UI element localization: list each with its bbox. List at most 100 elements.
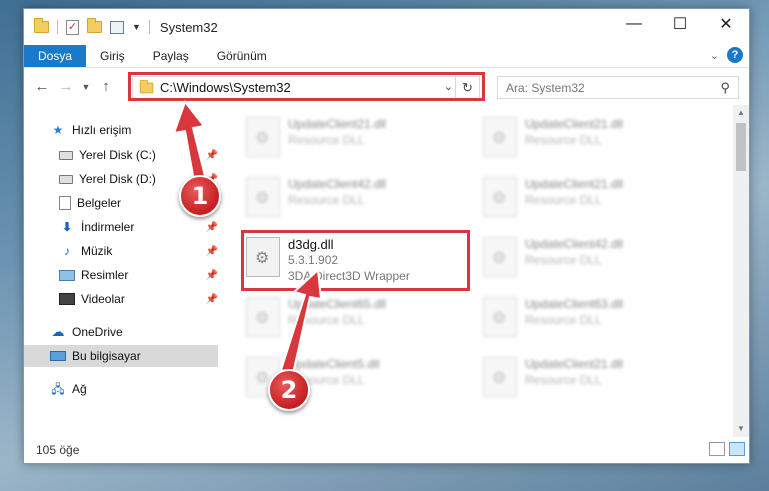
file-name: UpdateClient63.dll [525,297,624,311]
search-placeholder: Ara: System32 [506,80,585,95]
pin-icon[interactable]: 📌 [206,246,218,257]
sidebar-item-music[interactable]: ♪ Müzik 📌 [24,240,218,262]
file-description: Resource DLL [525,313,602,327]
address-bar-highlight [128,72,485,101]
file-name: UpdateClient21.dll [525,117,624,131]
drive-icon [59,150,73,160]
sidebar-item-local-disk-c[interactable]: Yerel Disk (C:) 📌 [24,144,218,166]
sidebar-item-network[interactable]: 🖧 Ağ [24,378,218,400]
properties-icon[interactable] [110,20,124,34]
scroll-down-icon[interactable]: ▼ [733,421,749,437]
new-folder-icon[interactable] [87,18,102,33]
pin-icon[interactable]: 📌 [206,150,218,161]
file-item[interactable]: UpdateClient63.dll Resource DLL [483,297,623,337]
file-description: Resource DLL [525,133,602,147]
dll-file-icon [483,237,517,277]
drive-icon [59,174,73,184]
file-name: UpdateClient21.dll [288,117,387,131]
sidebar-item-onedrive[interactable]: ☁ OneDrive [24,321,218,343]
pin-icon[interactable]: 📌 [206,270,218,281]
details-view-icon[interactable] [709,442,725,456]
up-arrow-icon[interactable]: ↑ [94,78,118,95]
pin-icon[interactable]: 📌 [206,294,218,305]
view-toggle [709,442,745,456]
sidebar-item-downloads[interactable]: ⬇ İndirmeler 📌 [24,216,218,238]
downloads-icon: ⬇ [61,220,73,234]
file-item[interactable]: UpdateClient21.dll Resource DLL [483,357,623,397]
file-name: UpdateClient5.dll [288,357,380,371]
file-name: UpdateClient21.dll [525,177,624,191]
status-bar: 105 öğe [24,437,749,463]
customize-toolbar-arrow-icon[interactable]: ▼ [132,22,141,32]
sidebar-item-label: Videolar [81,292,125,306]
star-icon: ★ [52,123,64,137]
file-name: UpdateClient42.dll [288,177,387,191]
toolbar-separator [57,20,58,34]
ribbon-tabs: Dosya Giriş Paylaş Görünüm ⌄ ? [24,45,749,67]
sidebar-item-label: Belgeler [77,196,122,210]
computer-icon [50,351,66,361]
expand-ribbon-chevron-icon[interactable]: ⌄ [710,49,719,62]
pictures-icon [59,269,75,281]
file-highlight [241,230,470,291]
sidebar-item-label: Müzik [81,244,113,258]
navigation-pane: ★ Hızlı erişim Yerel Disk (C:) 📌 Yerel D… [24,105,218,437]
sidebar-item-label: Bu bilgisayar [72,349,141,363]
sidebar-item-this-pc[interactable]: Bu bilgisayar [24,345,218,367]
network-icon: 🖧 [51,382,65,396]
videos-icon [59,293,75,305]
cloud-icon: ☁ [51,324,65,339]
scrollbar-thumb[interactable] [736,123,746,171]
sidebar-item-quick-access[interactable]: ★ Hızlı erişim [24,119,218,141]
large-icons-view-icon[interactable] [729,442,745,456]
search-box[interactable]: Ara: System32 ⚲ [497,76,739,99]
title-bar: ✓ ▼ System32 — ☐ ✕ [24,9,749,45]
window-controls: — ☐ ✕ [611,9,749,39]
vertical-scrollbar[interactable]: ▲ ▼ [733,105,749,437]
file-item[interactable]: UpdateClient42.dll Resource DLL [483,237,623,277]
tab-file[interactable]: Dosya [24,45,87,67]
close-button[interactable]: ✕ [703,9,749,39]
dll-file-icon [483,117,517,157]
back-arrow-icon[interactable]: ← [30,78,54,95]
file-item[interactable]: UpdateClient21.dll Resource DLL [483,117,623,157]
file-item[interactable]: UpdateClient21.dll Resource DLL [483,177,623,217]
step-badge-1: 1 [179,175,221,217]
tab-view[interactable]: Görünüm [203,45,281,67]
sidebar-item-videos[interactable]: Videolar 📌 [24,288,218,310]
music-icon: ♪ [64,244,70,258]
sidebar-item-label: Yerel Disk (C:) [79,148,156,162]
folder-icon [34,18,49,33]
sidebar-item-label: Yerel Disk (D:) [79,172,156,186]
sidebar-item-pictures[interactable]: Resimler 📌 [24,264,218,286]
file-description: Resource DLL [288,193,365,207]
sidebar-item-label: Resimler [81,268,129,282]
file-description: Resource DLL [288,133,365,147]
recent-locations-chevron-icon[interactable]: ▼ [78,82,94,92]
search-icon[interactable]: ⚲ [720,80,730,96]
sidebar-item-label: Ağ [72,382,87,396]
tab-home[interactable]: Giriş [86,45,139,67]
help-icon[interactable]: ? [727,47,743,63]
file-item[interactable]: UpdateClient21.dll Resource DLL [246,117,386,157]
ribbon-right-controls: ⌄ ? [710,47,743,63]
file-item[interactable]: UpdateClient42.dll Resource DLL [246,177,386,217]
toolbar-separator [148,20,150,34]
scroll-up-icon[interactable]: ▲ [733,105,749,121]
file-item[interactable]: UpdateClient5.dll Resource DLL [246,357,379,397]
minimize-button[interactable]: — [611,9,657,39]
tab-share[interactable]: Paylaş [139,45,203,67]
dll-file-icon [246,297,280,337]
file-item[interactable]: UpdateClient65.dll Resource DLL [246,297,386,337]
file-description: Resource DLL [525,193,602,207]
window-title: System32 [159,19,218,35]
forward-arrow-icon[interactable]: → [54,78,78,95]
quick-access-toolbar: ✓ ▼ [24,18,150,35]
pin-icon[interactable]: 📌 [206,222,218,233]
file-name: UpdateClient21.dll [525,357,624,371]
properties-check-icon[interactable]: ✓ [66,19,79,35]
file-description: Resource DLL [525,253,602,267]
file-name: UpdateClient42.dll [525,237,624,251]
maximize-button[interactable]: ☐ [657,9,703,39]
dll-file-icon [483,297,517,337]
